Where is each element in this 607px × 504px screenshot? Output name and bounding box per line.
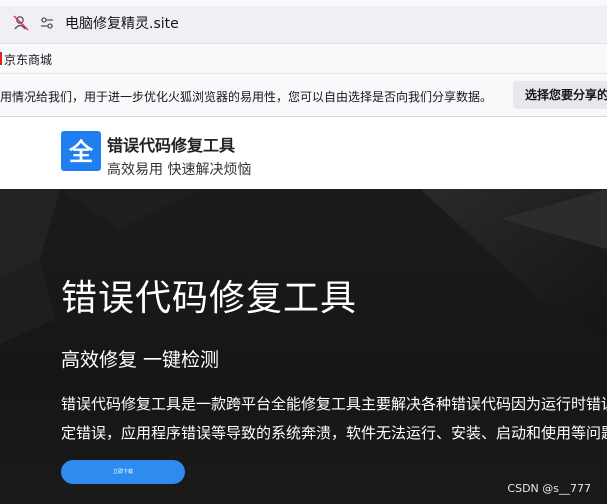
hero-subtitle: 高效修复 一键检测 [61,349,220,371]
url-bar[interactable]: 电脑修复精灵.site [0,0,607,44]
svg-text:全: 全 [68,138,94,166]
connection-icon[interactable] [39,15,55,31]
choose-share-button[interactable]: 选择您要分享的 [513,81,607,109]
site-title: 错误代码修复工具 [107,136,236,155]
hero-description-line-2: 定错误，应用程序错误等导致的系统奔溃，软件无法运行、安装、启动和使用等问题, [61,424,607,442]
permissions-icon[interactable] [13,15,29,31]
tab-strip-edge [0,0,607,6]
bookmarks-bar: 京东商城 [0,44,607,74]
bookmark-jd[interactable]: 京东商城 [4,51,52,68]
site-subtitle: 高效易用 快速解决烦恼 [107,162,252,178]
hero-banner: 错误代码修复工具 高效修复 一键检测 错误代码修复工具是一款跨平台全能修复工具主… [0,189,607,504]
notification-bar: 用情况给我们，用于进一步优化火狐浏览器的易用性，您可以自由选择是否向我们分享数据… [0,74,607,117]
bookmark-flag-icon [0,52,2,65]
address-text[interactable]: 电脑修复精灵.site [65,13,179,33]
watermark: CSDN @s__777 [507,482,591,495]
notification-message: 用情况给我们，用于进一步优化火狐浏览器的易用性，您可以自由选择是否向我们分享数据… [0,90,493,104]
site-header: 全 错误代码修复工具 高效易用 快速解决烦恼 [0,118,607,189]
hero-title: 错误代码修复工具 [61,278,358,319]
hero-description-line-1: 错误代码修复工具是一款跨平台全能修复工具主要解决各种错误代码因为运行时错误 [61,395,607,413]
download-button[interactable]: 立即下载 [61,460,185,484]
logo-icon[interactable]: 全 [61,131,101,171]
